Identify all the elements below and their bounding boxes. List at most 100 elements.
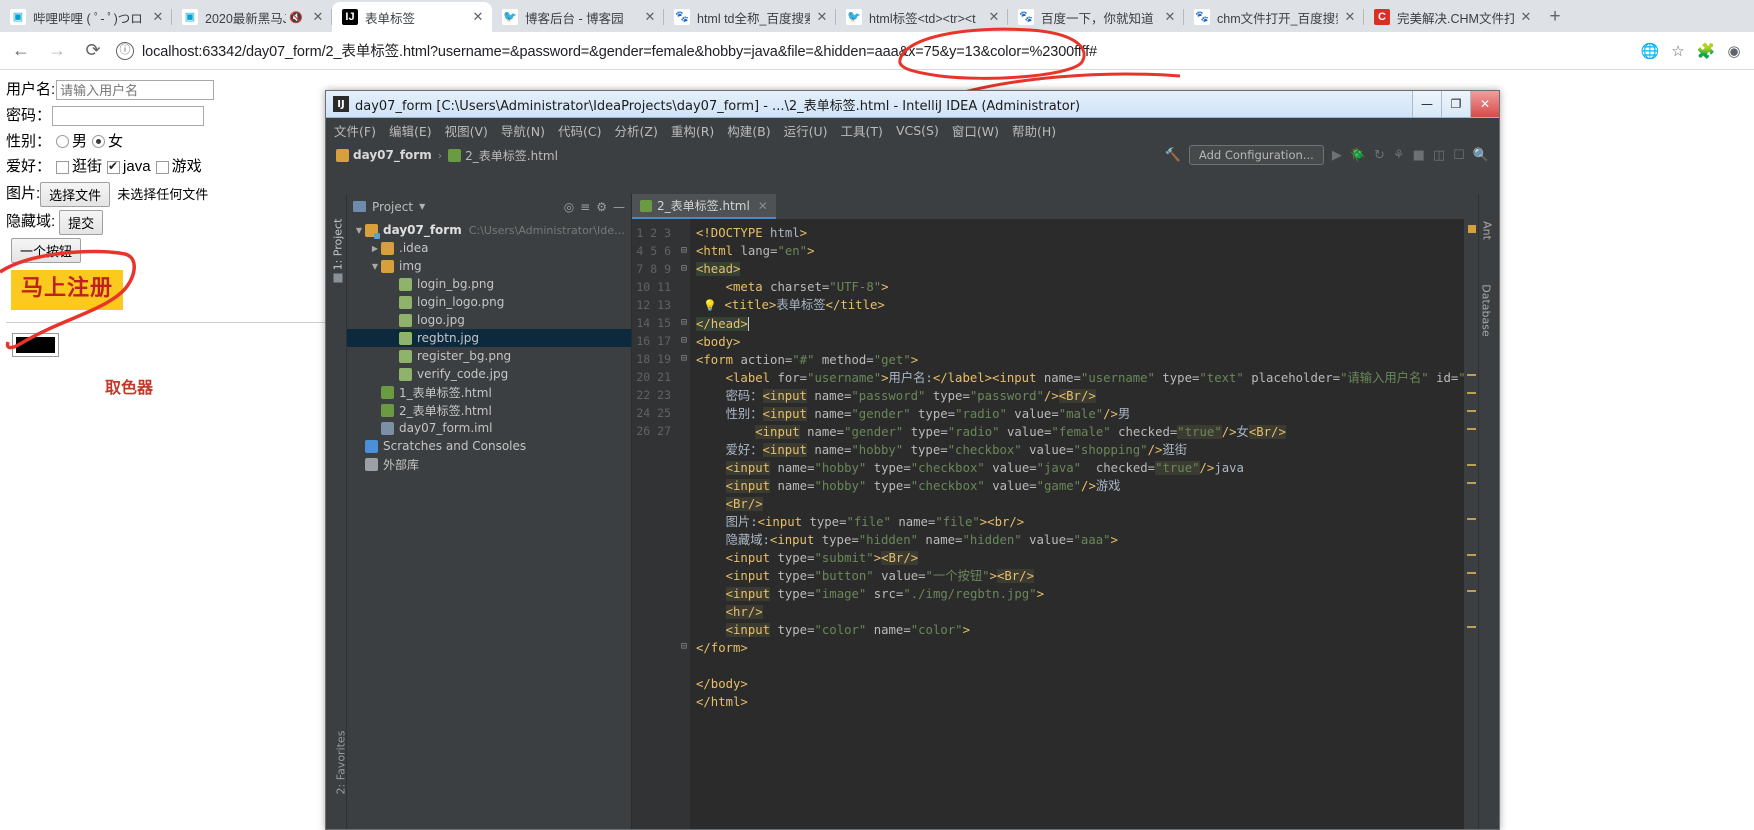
hobby-java-checkbox[interactable]	[107, 159, 121, 175]
close-icon[interactable]: ✕	[642, 9, 658, 25]
close-icon[interactable]: ✕	[1162, 9, 1178, 25]
submit-button[interactable]: 提交	[59, 210, 104, 236]
menu-refactor[interactable]: 重构(R)	[671, 121, 714, 140]
plain-button[interactable]: 一个按钮	[11, 238, 82, 264]
code-text[interactable]: <!DOCTYPE html> <html lang="en"> <head> …	[690, 219, 1464, 829]
tree-node-logo[interactable]: logo.jpg	[347, 311, 631, 329]
address-bar[interactable]: ⓘ localhost:63342/day07_form/2_表单标签.html…	[116, 38, 1626, 64]
close-icon[interactable]: ✕	[150, 9, 166, 25]
tool-tab-project[interactable]: 1: Project	[332, 219, 345, 283]
profile-icon[interactable]: ◉	[1720, 37, 1748, 65]
tree-node-external-libs[interactable]: 外部库	[347, 455, 631, 473]
tool-tab-favorites[interactable]: 2: Favorites	[335, 718, 348, 808]
tool-tab-ant[interactable]: Ant	[1481, 205, 1494, 257]
username-input[interactable]	[56, 80, 215, 101]
mute-icon[interactable]: 🔇	[289, 11, 303, 24]
add-configuration-button[interactable]: Add Configuration...	[1188, 145, 1324, 165]
locate-icon[interactable]: ◎	[564, 200, 574, 214]
tree-node-project[interactable]: ▼ day07_form C:\Users\Administrator\Idea…	[347, 221, 631, 239]
close-button[interactable]: ✕	[1470, 91, 1499, 117]
reload-button[interactable]: ⟳	[78, 36, 108, 66]
intellij-window[interactable]: IJ day07_form [C:\Users\Administrator\Id…	[325, 90, 1500, 830]
hide-icon[interactable]: —	[613, 200, 625, 214]
inspection-status-icon[interactable]	[1468, 225, 1476, 233]
tree-node-login-logo[interactable]: login_logo.png	[347, 293, 631, 311]
menu-analyze[interactable]: 分析(Z)	[615, 121, 658, 140]
browser-tab-4[interactable]: 🐾 html td全称_百度搜索 ✕	[664, 2, 836, 32]
color-picker-input[interactable]	[12, 332, 59, 357]
gender-female-radio[interactable]	[92, 135, 106, 149]
breadcrumb-file[interactable]: 2_表单标签.html	[448, 147, 558, 164]
browser-tab-8[interactable]: C 完美解决.CHM文件打开 ✕	[1364, 2, 1540, 32]
tree-node-regbtn[interactable]: regbtn.jpg	[347, 329, 631, 347]
menu-tools[interactable]: 工具(T)	[841, 121, 883, 140]
editor-marker-gutter[interactable]	[1464, 219, 1478, 829]
build-icon[interactable]: 🔨	[1165, 148, 1181, 163]
browser-tab-0[interactable]: ▣ 哔哩哔哩 ( ﾟ- ﾟ)つロ 干 ✕	[0, 2, 172, 32]
coverage-icon[interactable]: ↻	[1374, 148, 1385, 163]
collapse-icon[interactable]: ≡	[580, 200, 590, 214]
close-icon[interactable]: ✕	[758, 199, 768, 213]
maximize-button[interactable]: ❐	[1441, 91, 1470, 117]
browser-tab-1[interactable]: ▣ 2020最新黑马Java 🔇 ✕	[172, 2, 332, 32]
gender-male-radio[interactable]	[56, 135, 70, 149]
tree-node-register-bg[interactable]: register_bg.png	[347, 347, 631, 365]
menu-edit[interactable]: 编辑(E)	[389, 121, 432, 140]
register-image-button[interactable]: 马上注册	[11, 270, 124, 310]
expand-arrow-icon[interactable]: ▶	[369, 244, 381, 253]
menu-code[interactable]: 代码(C)	[558, 121, 601, 140]
settings-icon[interactable]: ⚙	[596, 200, 607, 214]
editor-tab-html[interactable]: 2_表单标签.html ✕	[632, 194, 776, 219]
close-icon[interactable]: ✕	[1518, 9, 1534, 25]
expand-arrow-icon[interactable]: ▼	[353, 226, 365, 235]
expand-arrow-icon[interactable]: ▼	[369, 262, 381, 271]
close-icon[interactable]: ✕	[814, 9, 830, 25]
close-icon[interactable]: ✕	[986, 9, 1002, 25]
close-icon[interactable]: ✕	[1342, 9, 1358, 25]
menu-window[interactable]: 窗口(W)	[952, 121, 999, 140]
breadcrumb-project[interactable]: day07_form	[336, 148, 432, 162]
tree-node-login-bg[interactable]: login_bg.png	[347, 275, 631, 293]
intellij-title-bar[interactable]: IJ day07_form [C:\Users\Administrator\Id…	[326, 91, 1499, 118]
menu-view[interactable]: 视图(V)	[445, 121, 488, 140]
tree-node-iml[interactable]: day07_form.iml	[347, 419, 631, 437]
browser-tab-2[interactable]: IJ 表单标签 ✕	[332, 2, 492, 32]
tree-node-verify-code[interactable]: verify_code.jpg	[347, 365, 631, 383]
new-tab-button[interactable]: +	[1540, 2, 1570, 32]
password-input[interactable]	[52, 106, 205, 127]
menu-run[interactable]: 运行(U)	[784, 121, 828, 140]
menu-build[interactable]: 构建(B)	[727, 121, 770, 140]
menu-help[interactable]: 帮助(H)	[1012, 121, 1056, 140]
debug-icon[interactable]: 🪲	[1350, 148, 1366, 163]
site-info-icon[interactable]: ⓘ	[116, 41, 134, 60]
hobby-game-checkbox[interactable]	[155, 161, 169, 175]
translate-icon[interactable]: 🌐	[1636, 37, 1664, 65]
browser-tab-6[interactable]: 🐾 百度一下，你就知道 ✕	[1008, 2, 1184, 32]
browser-tab-5[interactable]: 🐦 html标签<td><tr><t ✕	[836, 2, 1008, 32]
menu-file[interactable]: 文件(F)	[334, 121, 376, 140]
code-folding-column[interactable]: ⊟ ⊟ ⊟ ⊟ ⊟ ⊟	[678, 219, 690, 829]
tree-node-scratches[interactable]: Scratches and Consoles	[347, 437, 631, 455]
tree-node-img[interactable]: ▼ img	[347, 257, 631, 275]
browser-tab-3[interactable]: 🐦 博客后台 - 博客园 ✕	[492, 2, 664, 32]
search-icon[interactable]: 🔍	[1473, 148, 1489, 163]
menu-vcs[interactable]: VCS(S)	[896, 123, 939, 138]
tool-tab-database[interactable]: Database	[1480, 280, 1493, 342]
layout-icon[interactable]: ◫	[1433, 148, 1445, 163]
minimize-button[interactable]: —	[1412, 91, 1441, 117]
bookmark-star-icon[interactable]: ☆	[1664, 37, 1692, 65]
tree-node-idea[interactable]: ▶ .idea	[347, 239, 631, 257]
menu-navigate[interactable]: 导航(N)	[501, 121, 545, 140]
choose-file-button[interactable]: 选择文件	[40, 182, 111, 208]
stop-icon[interactable]: ■	[1413, 148, 1425, 163]
close-icon[interactable]: ✕	[310, 9, 326, 25]
profile-icon[interactable]: ⚘	[1393, 148, 1405, 163]
tree-node-html-1[interactable]: 1_表单标签.html	[347, 383, 631, 401]
code-editor[interactable]: 1 2 3 4 5 6 7 8 9 10 11 12 13 14 15 16 1…	[632, 219, 1478, 829]
fullscreen-icon[interactable]: ☐	[1453, 148, 1465, 163]
extension-icon[interactable]: 🧩	[1692, 37, 1720, 65]
forward-button[interactable]: →	[42, 36, 72, 66]
run-icon[interactable]: ▶	[1332, 148, 1342, 163]
tree-node-html-2[interactable]: 2_表单标签.html	[347, 401, 631, 419]
hobby-shopping-checkbox[interactable]	[56, 161, 70, 175]
